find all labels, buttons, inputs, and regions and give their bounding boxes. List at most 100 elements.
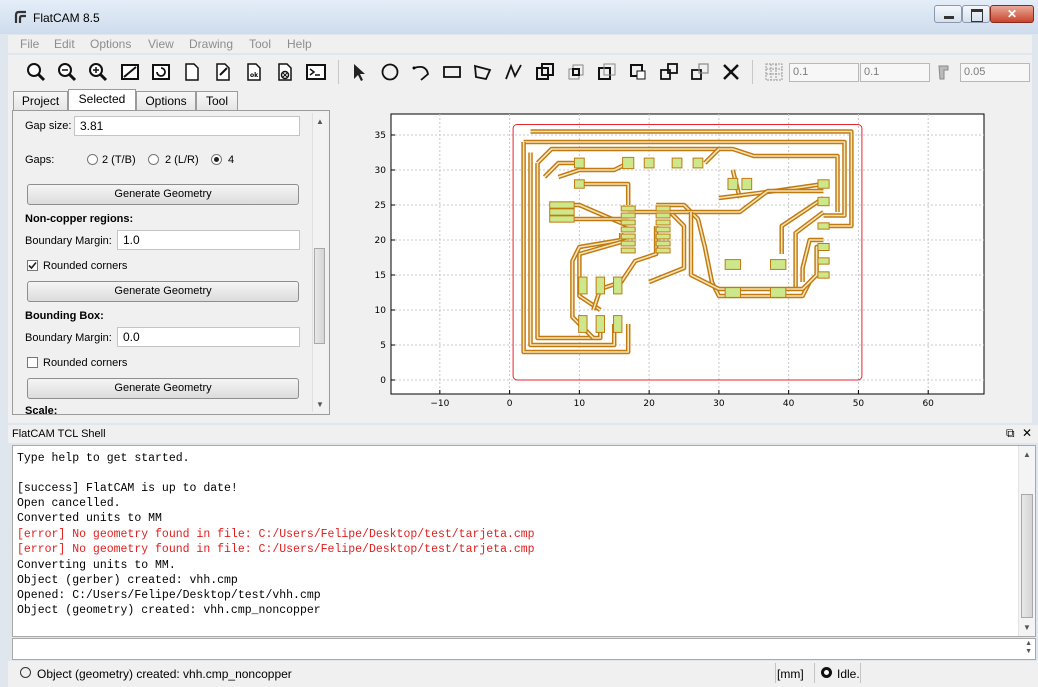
- flatcam-logo-icon: [14, 10, 26, 23]
- cut-button[interactable]: [626, 60, 650, 84]
- x-tick-label: 20: [643, 399, 655, 409]
- menu-drawing[interactable]: Drawing: [189, 37, 233, 51]
- scroll-thumb[interactable]: [1021, 494, 1033, 618]
- close-button[interactable]: ✕: [990, 5, 1034, 23]
- grid-snap-button[interactable]: [762, 60, 786, 84]
- subtract-button[interactable]: [595, 60, 619, 84]
- shell-error-line: [error] No geometry found in file: C:/Us…: [17, 543, 535, 556]
- arc-tool-button[interactable]: [409, 60, 433, 84]
- new-file-button[interactable]: [211, 60, 235, 84]
- scroll-thumb[interactable]: [314, 248, 325, 344]
- new-geometry-button[interactable]: [180, 60, 204, 84]
- copper-pad: [549, 215, 575, 223]
- shell-line: Object (geometry) created: vhh.cmp_nonco…: [17, 604, 321, 617]
- bbox-margin-label: Boundary Margin:: [25, 332, 112, 344]
- y-tick-label: 10: [375, 306, 387, 316]
- snap-max-input[interactable]: 0.05: [960, 63, 1030, 82]
- noncopper-rounded-checkbox[interactable]: [27, 260, 38, 271]
- bbox-rounded-label: Rounded corners: [43, 357, 128, 369]
- menu-options[interactable]: Options: [90, 37, 131, 51]
- move-shape-icon: [691, 63, 709, 80]
- shell-command-input[interactable]: ▲ ▼: [12, 638, 1036, 660]
- circle-tool-button[interactable]: [378, 60, 402, 84]
- intersection-button[interactable]: [564, 60, 588, 84]
- x-tick-label: 40: [783, 399, 795, 409]
- close-shell-icon[interactable]: ✕: [1022, 426, 1032, 440]
- copper-pad: [724, 259, 742, 270]
- tcl-shell-button[interactable]: [304, 60, 328, 84]
- grid-y-input[interactable]: 0.1: [860, 63, 930, 82]
- union-icon: [536, 63, 554, 80]
- copper-pad: [655, 247, 671, 254]
- checkmark-icon: [28, 261, 37, 270]
- gap-size-input[interactable]: 3.81: [74, 116, 300, 136]
- menu-edit[interactable]: Edit: [54, 37, 75, 51]
- shell-scrollbar[interactable]: ▲ ▼: [1018, 446, 1035, 636]
- x-tick-label: −10: [430, 399, 449, 409]
- copper-pad: [727, 177, 739, 191]
- title-bar: FlatCAM 8.5 ✕: [0, 0, 1038, 34]
- shell-line: Converting units to MM.: [17, 559, 176, 572]
- arc-icon: [412, 65, 429, 81]
- noncopper-margin-label: Boundary Margin:: [25, 235, 112, 247]
- minimize-button[interactable]: [934, 5, 962, 23]
- union-button[interactable]: [533, 60, 557, 84]
- close-icon: ✕: [1006, 7, 1018, 21]
- copper-pad: [724, 287, 742, 298]
- rectangle-tool-button[interactable]: [440, 60, 464, 84]
- busy-indicator-icon: [821, 667, 832, 678]
- y-tick-label: 35: [375, 131, 386, 141]
- shell-output[interactable]: Type help to get started. [success] Flat…: [12, 445, 1036, 637]
- path-tool-button[interactable]: [502, 60, 526, 84]
- menu-help[interactable]: Help: [287, 37, 312, 51]
- bbox-margin-input[interactable]: 0.0: [117, 327, 300, 347]
- copper-pad: [578, 315, 588, 333]
- move-button[interactable]: [688, 60, 712, 84]
- replot-button[interactable]: [149, 60, 173, 84]
- bbox-rounded-checkbox[interactable]: [27, 357, 38, 368]
- plot-canvas[interactable]: −10 0 10 20 30 40 50 60 0 5 10 15 20 25 30 35: [362, 109, 992, 411]
- shell-line: Object (gerber) created: vhh.cmp: [17, 574, 238, 587]
- menu-view[interactable]: View: [148, 37, 174, 51]
- tab-options[interactable]: Options: [136, 91, 196, 110]
- copper-pad: [613, 276, 623, 295]
- copper-pad: [692, 157, 704, 169]
- clear-plot-button[interactable]: [118, 60, 142, 84]
- copper-pad: [549, 201, 575, 209]
- gaps-2tb-radio[interactable]: [87, 154, 98, 165]
- polygon-tool-button[interactable]: [471, 60, 495, 84]
- copper-pad: [620, 226, 636, 233]
- zoom-fit-button[interactable]: [24, 60, 48, 84]
- generate-bbox-button[interactable]: Generate Geometry: [27, 378, 299, 399]
- shell-line: Opened: C:/Users/Felipe/Desktop/test/vhh…: [17, 589, 321, 602]
- delete-object-button[interactable]: [273, 60, 297, 84]
- zoom-out-button[interactable]: [86, 60, 110, 84]
- new-document-icon: [185, 63, 199, 81]
- generate-cutout-button[interactable]: Generate Geometry: [27, 184, 299, 205]
- menu-file[interactable]: File: [20, 37, 39, 51]
- grid-x-input[interactable]: 0.1: [789, 63, 859, 82]
- plot-area[interactable]: −10 0 10 20 30 40 50 60 0 5 10 15 20 25 30 35: [362, 109, 992, 411]
- panel-scrollbar[interactable]: ▲ ▼: [312, 113, 327, 412]
- zoom-in-button[interactable]: [55, 60, 79, 84]
- scroll-down-icon: ▼: [316, 400, 324, 409]
- delete-document-icon: [278, 63, 292, 81]
- tab-selected[interactable]: Selected: [68, 89, 136, 111]
- noncopper-margin-input[interactable]: 1.0: [117, 230, 300, 250]
- delete-shape-button[interactable]: [719, 60, 743, 84]
- copper-pad: [655, 233, 671, 240]
- gaps-4-radio[interactable]: [211, 154, 222, 165]
- ok-document-icon: ok: [247, 63, 261, 81]
- tab-project[interactable]: Project: [13, 91, 68, 110]
- open-file-button[interactable]: ok: [242, 60, 266, 84]
- snap-corner-button[interactable]: [933, 60, 957, 84]
- y-tick-label: 0: [380, 376, 386, 386]
- maximize-button[interactable]: [962, 5, 990, 23]
- gaps-2lr-radio[interactable]: [148, 154, 159, 165]
- select-tool-button[interactable]: [347, 60, 371, 84]
- generate-noncopper-button[interactable]: Generate Geometry: [27, 281, 299, 302]
- undock-icon[interactable]: ⧉: [1006, 426, 1015, 441]
- menu-tool[interactable]: Tool: [249, 37, 271, 51]
- tab-tool[interactable]: Tool: [196, 91, 238, 110]
- copy-button[interactable]: [657, 60, 681, 84]
